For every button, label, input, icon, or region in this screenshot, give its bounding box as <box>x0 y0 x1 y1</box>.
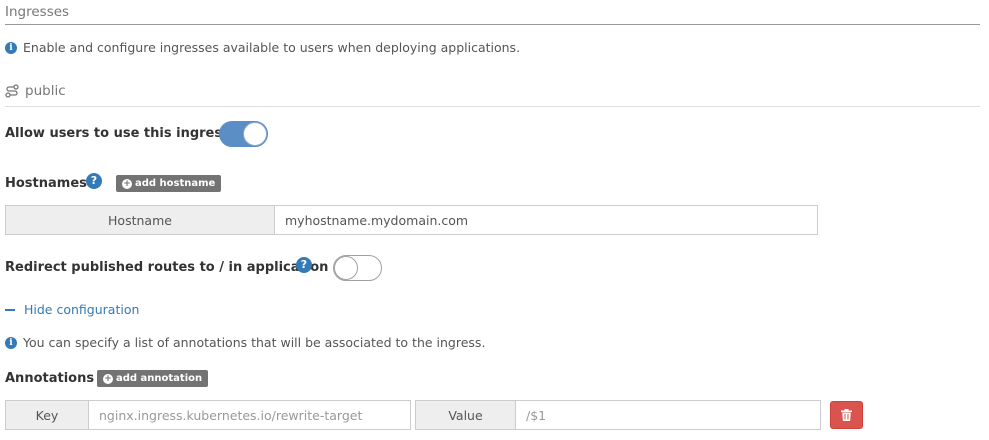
annotation-value-addon: Value <box>415 400 516 430</box>
ingress-title: public <box>5 83 980 107</box>
route-icon <box>5 84 19 98</box>
annotation-key-addon: Key <box>5 400 89 430</box>
add-annotation-label: add annotation <box>116 373 203 384</box>
allow-ingress-toggle[interactable] <box>219 121 268 147</box>
section-info: i Enable and configure ingresses availab… <box>5 40 520 55</box>
minus-icon <box>5 308 15 311</box>
remove-annotation-button[interactable] <box>830 401 863 429</box>
ingress-name: public <box>25 83 66 99</box>
add-annotation-button[interactable]: + add annotation <box>97 370 209 387</box>
hostnames-help-icon[interactable]: ? <box>86 173 102 189</box>
allow-ingress-label: Allow users to use this ingress <box>5 126 230 141</box>
plus-circle-icon: + <box>103 373 113 384</box>
annotation-key-input[interactable]: nginx.ingress.kubernetes.io/rewrite-targ… <box>88 400 411 430</box>
annotations-label: Annotations <box>5 371 95 386</box>
trash-icon <box>841 409 852 421</box>
hide-configuration-link[interactable]: Hide configuration <box>5 302 139 317</box>
toggle-knob <box>243 122 267 146</box>
section-title: Ingresses <box>5 4 980 25</box>
hostname-addon: Hostname <box>5 205 275 235</box>
info-circle-icon: i <box>5 336 17 349</box>
annotations-info-text: You can specify a list of annotations th… <box>23 335 486 350</box>
redirect-toggle[interactable] <box>333 255 382 281</box>
redirect-label: Redirect published routes to / in applic… <box>5 260 329 275</box>
hostname-input[interactable]: myhostname.mydomain.com <box>274 205 818 235</box>
toggle-knob <box>334 256 358 280</box>
annotations-info: i You can specify a list of annotations … <box>5 335 485 350</box>
plus-circle-icon: + <box>122 178 132 189</box>
section-info-text: Enable and configure ingresses available… <box>23 40 521 55</box>
add-hostname-button[interactable]: + add hostname <box>116 175 222 192</box>
hostnames-label: Hostnames <box>5 176 87 191</box>
annotation-value-input[interactable]: /$1 <box>515 400 821 430</box>
info-circle-icon: i <box>5 41 17 54</box>
hide-configuration-label: Hide configuration <box>24 302 140 317</box>
add-hostname-label: add hostname <box>135 178 216 189</box>
redirect-help-icon[interactable]: ? <box>296 257 312 273</box>
